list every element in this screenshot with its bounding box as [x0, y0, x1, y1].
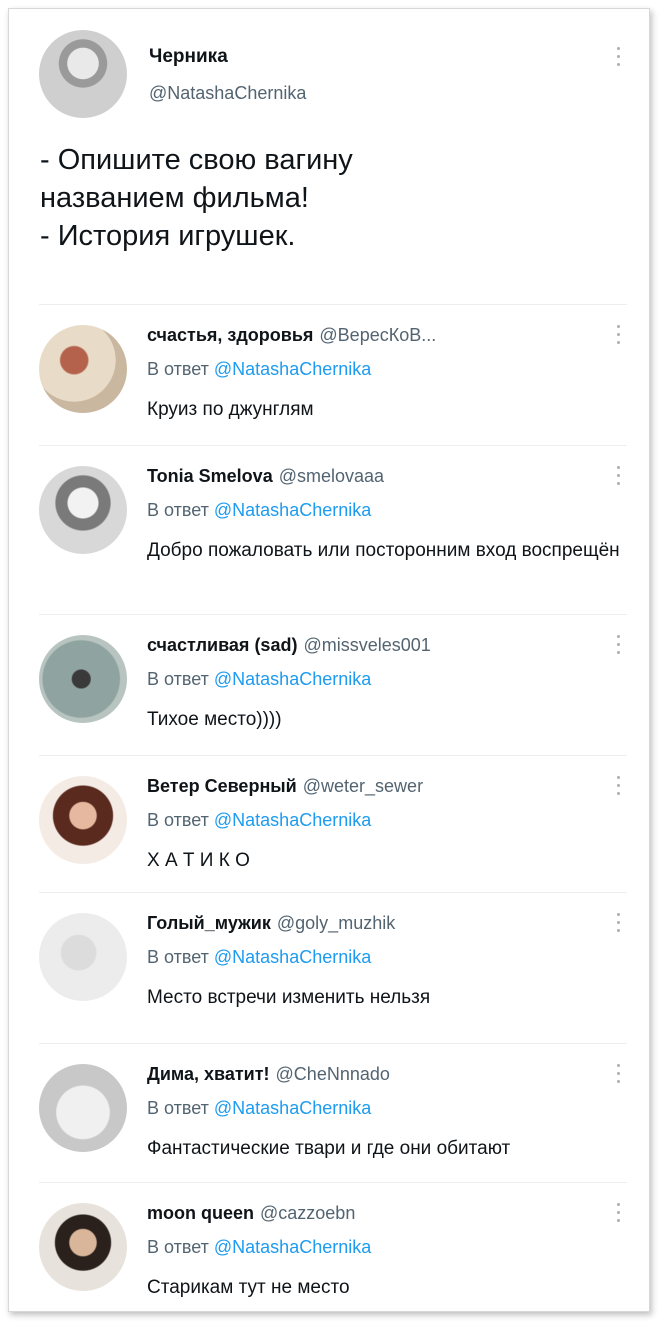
mention-link[interactable]: @NatashaChernika [214, 1237, 371, 1257]
reply-author-name[interactable]: Ветер Северный [147, 776, 297, 796]
reply-text: Старикам тут не место [147, 1277, 350, 1298]
reply-to-label: В ответ [147, 947, 209, 967]
mention-link[interactable]: @NatashaChernika [214, 1098, 371, 1118]
mention-link[interactable]: @NatashaChernika [214, 359, 371, 379]
mention-link[interactable]: @NatashaChernika [214, 947, 371, 967]
reply-author-handle[interactable]: @smelovaaa [279, 466, 384, 486]
avatar[interactable] [39, 1203, 127, 1291]
reply-author-name[interactable]: счастья, здоровья [147, 325, 313, 345]
reply-author-handle[interactable]: @cazzoebn [260, 1203, 355, 1223]
reply-to-line: В ответ @NatashaChernika [147, 810, 371, 831]
reply-author-name[interactable]: moon queen [147, 1203, 254, 1223]
more-vertical-icon[interactable] [615, 635, 621, 659]
reply-author-name[interactable]: Голый_мужик [147, 913, 271, 933]
avatar[interactable] [39, 776, 127, 864]
reply-to-line: В ответ @NatashaChernika [147, 1237, 371, 1258]
reply-header: Голый_мужик @goly_muzhik [147, 913, 395, 934]
reply-text: Добро пожаловать или посторонним вход во… [147, 540, 620, 561]
reply-item[interactable]: Голый_мужик @goly_muzhik В ответ @NatashaC… [39, 893, 627, 1044]
reply-text: Фантастические твари и где они обитают [147, 1138, 511, 1159]
mention-link[interactable]: @NatashaChernika [214, 669, 371, 689]
avatar[interactable] [39, 1064, 127, 1152]
avatar[interactable] [39, 325, 127, 413]
reply-text: Место встречи изменить нельзя [147, 987, 431, 1008]
more-vertical-icon[interactable] [615, 466, 621, 490]
reply-header: Ветер Северный @weter_sewer [147, 776, 423, 797]
reply-text: Х А Т И К О [147, 850, 250, 871]
more-vertical-icon[interactable] [615, 776, 621, 800]
reply-header: moon queen @cazzoebn [147, 1203, 355, 1224]
reply-text: Круиз по джунглям [147, 399, 314, 420]
main-tweet[interactable]: Черника @NatashaChernika - Опишите свою … [39, 9, 627, 305]
reply-to-label: В ответ [147, 669, 209, 689]
more-vertical-icon[interactable] [615, 1203, 621, 1227]
reply-to-line: В ответ @NatashaChernika [147, 1098, 371, 1119]
reply-item[interactable]: Дима, хватит! @CheNnnado В ответ @NatashaC… [39, 1044, 627, 1183]
reply-author-name[interactable]: счастливая (sad) [147, 635, 297, 655]
author-name[interactable]: Черника [149, 46, 228, 68]
reply-header: Дима, хватит! @CheNnnado [147, 1064, 390, 1085]
reply-item[interactable]: moon queen @cazzoebn В ответ @NatashaChern… [39, 1183, 627, 1311]
reply-header: Tonia Smelova @smelovaaa [147, 466, 384, 487]
more-vertical-icon[interactable] [615, 1064, 621, 1088]
reply-author-handle[interactable]: @CheNnnado [276, 1064, 390, 1084]
reply-to-line: В ответ @NatashaChernika [147, 500, 371, 521]
reply-author-name[interactable]: Tonia Smelova [147, 466, 273, 486]
reply-item[interactable]: счастливая (sad) @missveles001 В ответ @Na… [39, 615, 627, 756]
avatar[interactable] [39, 913, 127, 1001]
mention-link[interactable]: @NatashaChernika [214, 810, 371, 830]
reply-author-handle[interactable]: @ВересКоВ... [319, 325, 436, 345]
reply-text: Тихое место)))) [147, 709, 282, 730]
reply-to-label: В ответ [147, 1098, 209, 1118]
more-vertical-icon[interactable] [615, 47, 621, 71]
reply-item[interactable]: Ветер Северный @weter_sewer В ответ @Natas… [39, 756, 627, 893]
reply-to-label: В ответ [147, 359, 209, 379]
reply-to-line: В ответ @NatashaChernika [147, 669, 371, 690]
author-handle[interactable]: @NatashaChernika [149, 83, 306, 104]
more-vertical-icon[interactable] [615, 325, 621, 349]
reply-header: счастливая (sad) @missveles001 [147, 635, 431, 656]
mention-link[interactable]: @NatashaChernika [214, 500, 371, 520]
avatar[interactable] [39, 635, 127, 723]
reply-to-line: В ответ @NatashaChernika [147, 947, 371, 968]
reply-item[interactable]: счастья, здоровья @ВересКоВ... В ответ @Na… [39, 305, 627, 446]
tweet-thread-frame: Черника @NatashaChernika - Опишите свою … [8, 8, 650, 1312]
reply-to-label: В ответ [147, 500, 209, 520]
tweet-text: - Опишите свою вагину названием фильма! … [40, 144, 353, 252]
reply-to-label: В ответ [147, 810, 209, 830]
reply-author-handle[interactable]: @missveles001 [303, 635, 430, 655]
reply-header: счастья, здоровья @ВересКоВ... [147, 325, 436, 346]
reply-author-handle[interactable]: @weter_sewer [303, 776, 423, 796]
reply-to-line: В ответ @NatashaChernika [147, 359, 371, 380]
avatar[interactable] [39, 30, 127, 118]
reply-item[interactable]: Tonia Smelova @smelovaaa В ответ @NatashaC… [39, 446, 627, 615]
avatar[interactable] [39, 466, 127, 554]
more-vertical-icon[interactable] [615, 913, 621, 937]
reply-author-handle[interactable]: @goly_muzhik [277, 913, 395, 933]
reply-author-name[interactable]: Дима, хватит! [147, 1064, 270, 1084]
reply-to-label: В ответ [147, 1237, 209, 1257]
